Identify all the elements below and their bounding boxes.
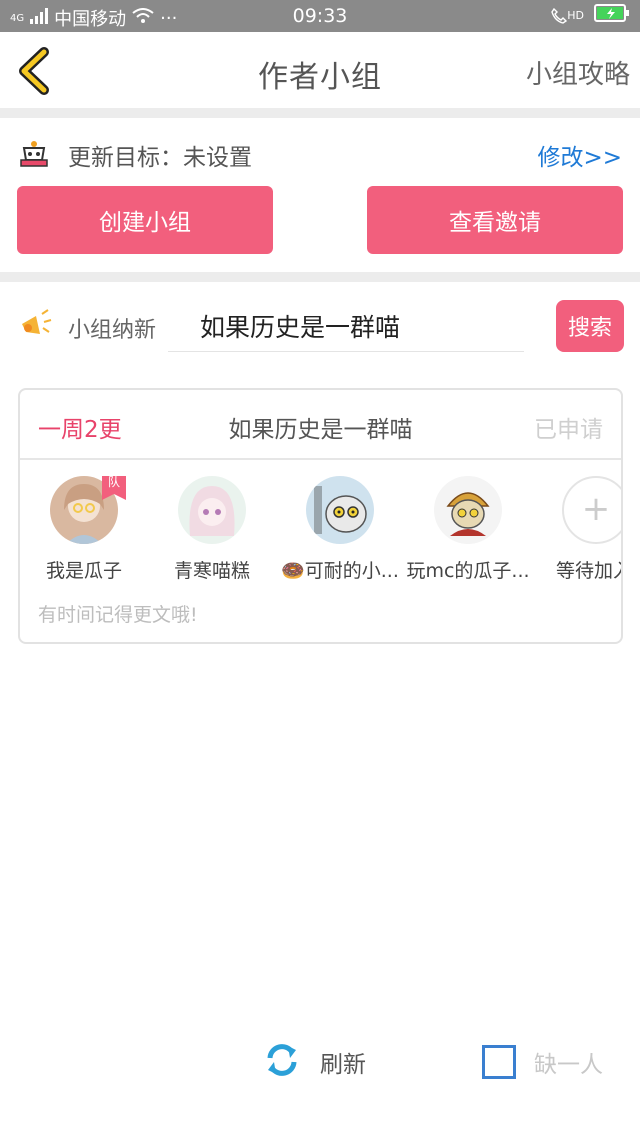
hd-label: HD xyxy=(567,9,584,22)
avatar xyxy=(434,476,502,544)
application-status: 已申请 xyxy=(534,417,603,443)
member-name: 🍩可耐的小... xyxy=(281,560,399,582)
refresh-icon xyxy=(262,1040,302,1084)
member-name: 我是瓜子 xyxy=(45,560,122,582)
avatar xyxy=(178,476,246,544)
member-list: 队 我是瓜子 青寒喵糕 🍩可耐的小... 玩mc的瓜子... + 等待加入 xyxy=(20,476,621,586)
status-bar: 4G 中国移动 ··· 09:33 HD xyxy=(0,0,640,32)
add-member-icon: + xyxy=(562,476,621,544)
member-item[interactable]: 🍩可耐的小... xyxy=(276,476,404,586)
battery-icon xyxy=(594,4,630,27)
search-button[interactable]: 搜索 xyxy=(556,300,624,352)
view-invites-button[interactable]: 查看邀请 xyxy=(367,186,623,254)
group-card[interactable]: 一周2更 如果历史是一群喵 已申请 队 我是瓜子 青寒喵糕 🍩可耐的小... 玩… xyxy=(18,388,623,644)
member-name: 等待加入 xyxy=(556,560,621,582)
short-one-checkbox[interactable] xyxy=(482,1045,516,1079)
group-search-input[interactable] xyxy=(168,300,524,352)
hd-call-icon: HD xyxy=(551,7,584,24)
member-name: 玩mc的瓜子... xyxy=(406,560,530,582)
group-guide-link[interactable]: 小组攻略 xyxy=(526,54,630,91)
member-item-empty[interactable]: + 等待加入 xyxy=(532,476,621,586)
target-trophy-icon xyxy=(18,138,50,170)
avatar xyxy=(306,476,374,544)
short-one-label: 缺一人 xyxy=(534,1052,603,1078)
recruit-row: 小组纳新 搜索 xyxy=(18,300,624,356)
refresh-label: 刷新 xyxy=(320,1052,366,1078)
member-item[interactable]: 玩mc的瓜子... xyxy=(404,476,532,586)
status-time: 09:33 xyxy=(292,5,348,27)
recruit-label: 小组纳新 xyxy=(68,318,157,343)
status-right: HD xyxy=(551,4,630,27)
member-item[interactable]: 队 我是瓜子 xyxy=(20,476,148,586)
section-divider xyxy=(0,108,640,118)
refresh-button[interactable]: 刷新 xyxy=(262,1040,366,1084)
section-divider xyxy=(0,272,640,282)
create-group-button[interactable]: 创建小组 xyxy=(17,186,273,254)
megaphone-icon xyxy=(18,308,54,344)
short-one-toggle[interactable]: 缺一人 xyxy=(482,1042,603,1082)
update-target-label: 更新目标：未设置 xyxy=(68,145,252,171)
group-note: 有时间记得更文哦! xyxy=(38,604,198,626)
edit-target-link[interactable]: 修改>> xyxy=(537,138,622,172)
update-target-row: 更新目标：未设置 修改>> xyxy=(18,136,622,176)
group-card-header: 一周2更 如果历史是一群喵 已申请 xyxy=(20,390,621,460)
member-item[interactable]: 青寒喵糕 xyxy=(148,476,276,586)
group-name: 如果历史是一群喵 xyxy=(228,417,413,443)
header: 作者小组 小组攻略 xyxy=(0,32,640,108)
member-name: 青寒喵糕 xyxy=(173,560,250,582)
